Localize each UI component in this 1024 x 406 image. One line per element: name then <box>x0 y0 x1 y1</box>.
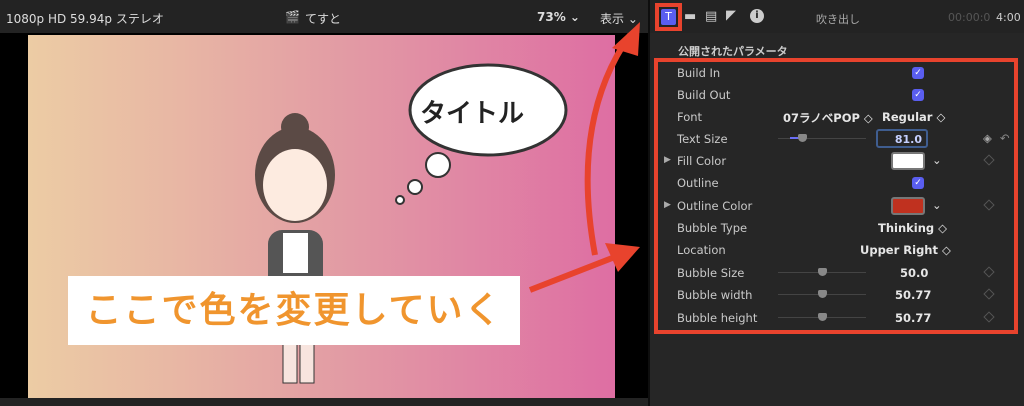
disclosure-triangle-icon[interactable]: ▶ <box>664 200 671 210</box>
param-label: Location <box>677 243 726 257</box>
zoom-menu[interactable]: 73% ⌄ <box>537 10 580 24</box>
highlight-title-tab <box>655 3 682 31</box>
font-family-value: 07ラノベPOP <box>783 111 860 125</box>
bubble-text: タイトル <box>420 99 525 129</box>
param-bubble-width: Bubble width 50.77 <box>650 284 1024 306</box>
inspector-title: 吹き出し <box>816 13 860 26</box>
chevron-down-icon[interactable]: ⌄ <box>932 153 942 167</box>
thought-bubble <box>395 63 568 205</box>
keyframe-icon[interactable] <box>983 199 995 211</box>
bubble-type-value: Thinking <box>878 221 935 235</box>
param-bubble-size: Bubble Size 50.0 <box>650 262 1024 284</box>
timeline-edge <box>0 398 648 406</box>
clapper-icon: 🎬 <box>285 10 300 24</box>
param-build-in: Build In ✓ <box>650 62 1024 84</box>
bubble-height-value[interactable]: 50.77 <box>895 311 931 325</box>
format-label: 1080p HD 59.94p ステレオ <box>6 12 164 26</box>
param-font: Font 07ラノベPOP ◇ Regular ◇ <box>650 106 1024 128</box>
param-label: Text Size <box>677 132 728 146</box>
keyframe-icon[interactable]: ◈ <box>983 131 992 145</box>
timecode: 4:00 <box>996 11 1021 24</box>
param-outline: Outline ✓ <box>650 172 1024 194</box>
view-label: 表示 <box>600 12 625 26</box>
build-out-checkbox[interactable]: ✓ <box>912 89 924 101</box>
bubble-size-value[interactable]: 50.0 <box>900 266 928 280</box>
fill-color-swatch[interactable] <box>891 152 925 170</box>
project-name: てすと <box>305 12 342 26</box>
location-value: Upper Right <box>860 243 938 257</box>
info-icon[interactable]: i <box>750 9 764 23</box>
video-inspector-icon[interactable]: ▤ <box>705 9 717 24</box>
param-label: Bubble Size <box>677 266 745 280</box>
param-label: Build Out <box>677 88 731 102</box>
bubble-height-slider[interactable] <box>778 313 866 321</box>
param-fill-color: ▶ Fill Color ⌄ <box>650 150 1024 172</box>
bubble-width-slider[interactable] <box>778 290 866 298</box>
inspector-toolbar: T ▬ ▤ ◤ i 吹き出し 00:00:0 4:00 <box>650 0 1024 33</box>
text-size-field[interactable]: 81.0 <box>876 129 928 148</box>
viewer-toolbar: 1080p HD 59.94p ステレオ 🎬 てすと 73% ⌄ 表示 ⌄ <box>0 0 648 33</box>
reset-icon[interactable]: ↶ <box>1000 131 1010 145</box>
param-label: Build In <box>677 66 721 80</box>
bubble-size-slider[interactable] <box>778 268 866 276</box>
param-outline-color: ▶ Outline Color ⌄ <box>650 195 1024 217</box>
outline-checkbox[interactable]: ✓ <box>912 177 924 189</box>
section-title: 公開されたパラメータ <box>678 45 788 58</box>
font-style-value: Regular <box>882 110 933 124</box>
color-inspector-icon[interactable]: ◤ <box>726 8 736 23</box>
font-family-select[interactable]: 07ラノベPOP ◇ <box>783 110 873 126</box>
param-location: Location Upper Right ◇ <box>650 239 1024 261</box>
bubble-width-value[interactable]: 50.77 <box>895 288 931 302</box>
slider-knob[interactable] <box>818 268 827 276</box>
zoom-value: 73% <box>537 10 566 24</box>
location-select[interactable]: Upper Right ◇ <box>860 243 951 257</box>
font-style-select[interactable]: Regular ◇ <box>882 110 945 124</box>
slider-knob[interactable] <box>798 134 807 142</box>
build-in-checkbox[interactable]: ✓ <box>912 67 924 79</box>
param-bubble-type: Bubble Type Thinking ◇ <box>650 217 1024 239</box>
param-label: Bubble width <box>677 288 753 302</box>
param-build-out: Build Out ✓ <box>650 84 1024 106</box>
param-label: Outline <box>677 176 719 190</box>
keyframe-icon[interactable] <box>983 266 995 278</box>
slider-knob[interactable] <box>818 313 827 321</box>
param-bubble-height: Bubble height 50.77 <box>650 307 1024 329</box>
caption-box: ここで色を変更していく <box>68 276 520 345</box>
keyframe-icon[interactable] <box>983 154 995 166</box>
disclosure-triangle-icon[interactable]: ▶ <box>664 155 671 165</box>
bubble-type-select[interactable]: Thinking ◇ <box>878 221 947 235</box>
timecode-prefix: 00:00:0 <box>948 11 991 24</box>
keyframe-icon[interactable] <box>983 288 995 300</box>
viewer: タイトル ここで色を変更していく <box>0 33 648 398</box>
video-canvas: タイトル ここで色を変更していく <box>28 35 615 398</box>
outline-color-swatch[interactable] <box>891 197 925 215</box>
slider-knob[interactable] <box>818 290 827 298</box>
keyframe-icon[interactable] <box>983 311 995 323</box>
text-inspector-icon[interactable]: ▬ <box>684 9 696 24</box>
param-label: Bubble height <box>677 311 758 325</box>
text-size-slider[interactable] <box>778 134 866 142</box>
chevron-down-icon[interactable]: ⌄ <box>932 198 942 212</box>
param-label: Outline Color <box>677 199 753 213</box>
inspector-panel: T ▬ ▤ ◤ i 吹き出し 00:00:0 4:00 公開されたパラメータ B… <box>650 0 1024 406</box>
param-label: Bubble Type <box>677 221 748 235</box>
param-label: Fill Color <box>677 154 727 168</box>
view-menu[interactable]: 表示 ⌄ <box>600 10 638 27</box>
param-text-size: Text Size 81.0 ◈ ↶ <box>650 128 1024 150</box>
param-label: Font <box>677 110 703 124</box>
